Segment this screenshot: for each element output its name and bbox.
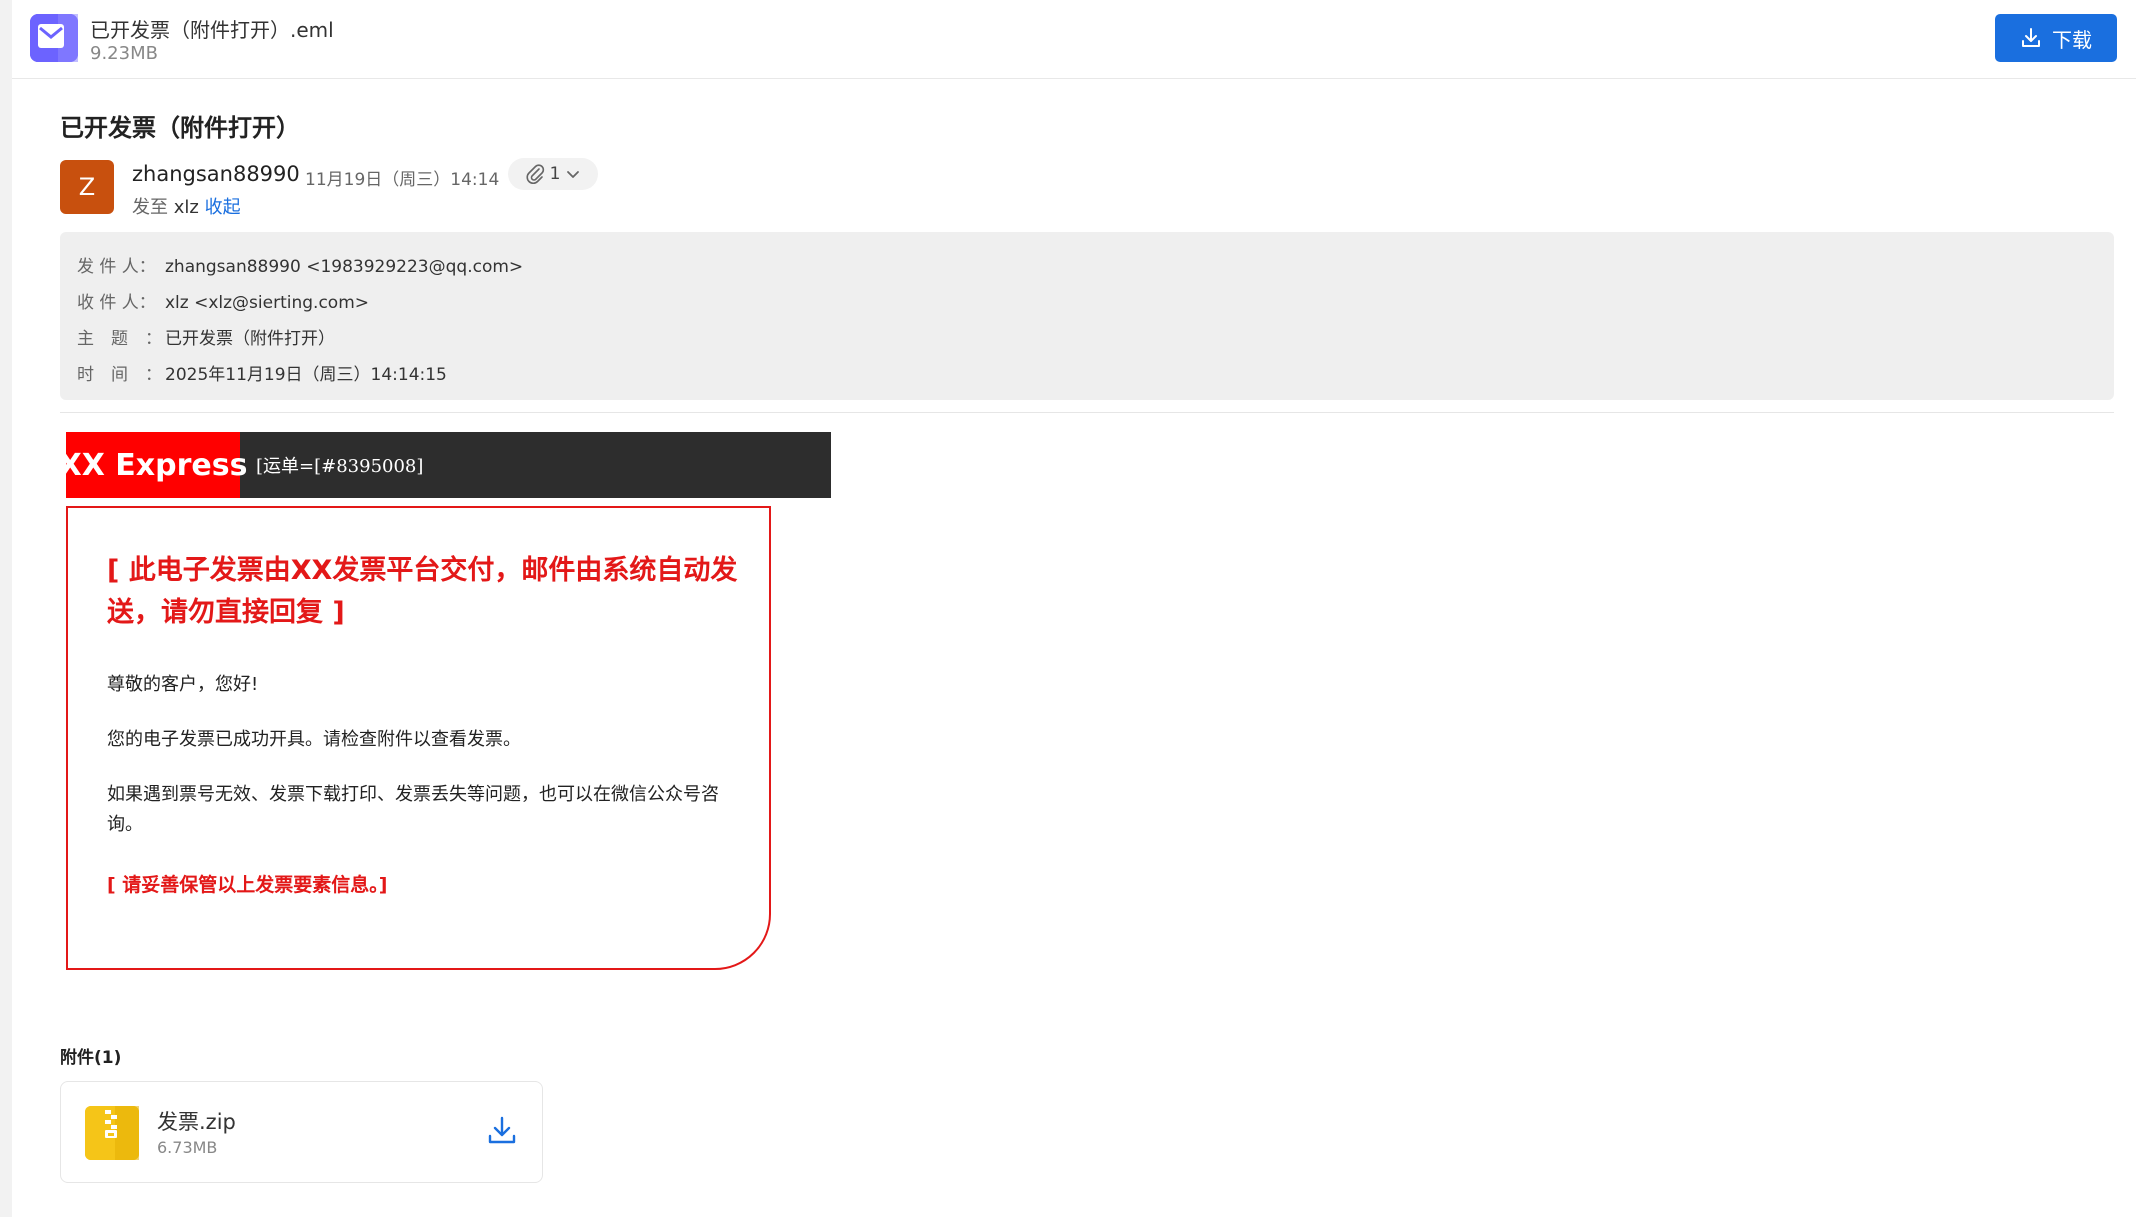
attachment-card[interactable]: 发票.zip 6.73MB <box>60 1081 543 1183</box>
zip-file-icon <box>85 1106 139 1160</box>
avatar: Z <box>60 160 114 214</box>
left-panel-strip <box>0 0 12 1217</box>
meta-row-from: 发 件 人： zhangsan88990 <1983929223@qq.com> <box>77 252 523 277</box>
attachment-count-pill[interactable]: 1 <box>508 158 598 190</box>
attachment-size: 6.73MB <box>157 1138 218 1157</box>
attachments-heading: 附件(1) <box>60 1048 122 1068</box>
divider <box>60 412 2114 413</box>
express-banner: XX Express [运单=[#8395008] <box>59 432 831 498</box>
brand-logo: XX Express <box>59 432 247 498</box>
attachment-count: 1 <box>549 164 561 184</box>
meta-label: 主 题 ： <box>77 329 162 349</box>
file-name: 已开发票（附件打开）.eml <box>90 18 334 42</box>
notice-title: [ 此电子发票由XX发票平台交付，邮件由系统自动发送，请勿直接回复 ] <box>107 555 738 628</box>
body-line-1: 您的电子发票已成功开具。请检查附件以查看发票。 <box>107 729 521 750</box>
meta-label: 收 件 人： <box>77 293 156 313</box>
download-icon <box>2022 28 2040 47</box>
attachment-name[interactable]: 发票.zip <box>157 1106 236 1136</box>
meta-row-subject: 主 题 ：已开发票（附件打开） <box>77 324 335 349</box>
body-line-2: 如果遇到票号无效、发票下载打印、发票丢失等问题，也可以在微信公众号咨询。 <box>107 784 719 835</box>
to-prefix: 发至 <box>132 197 168 218</box>
collapse-link[interactable]: 收起 <box>205 197 241 218</box>
email-subject: 已开发票（附件打开） <box>60 114 300 142</box>
invoice-notice-box: [ 此电子发票由XX发票平台交付，邮件由系统自动发送，请勿直接回复 ] 尊敬的客… <box>66 506 771 970</box>
paperclip-icon <box>526 164 544 184</box>
meta-value: 2025年11月19日（周三）14:14:15 <box>165 365 447 385</box>
meta-value: xlz <xlz@sierting.com> <box>165 293 369 313</box>
email-meta-details: 发 件 人： zhangsan88990 <1983929223@qq.com> … <box>60 232 2114 400</box>
footer-notice: [ 请妥善保管以上发票要素信息。] <box>107 874 388 896</box>
meta-value: zhangsan88990 <1983929223@qq.com> <box>165 257 524 277</box>
download-icon <box>488 1116 516 1144</box>
file-size: 9.23MB <box>90 43 158 64</box>
tracking-number: [运单=[#8395008] <box>256 456 424 477</box>
greeting-text: 尊敬的客户，您好! <box>107 674 259 695</box>
recipient-line: 发至 xlz 收起 <box>132 193 241 219</box>
meta-label: 发 件 人： <box>77 257 156 277</box>
to-name: xlz <box>173 197 199 218</box>
download-button-label: 下载 <box>2052 27 2092 52</box>
sender-name[interactable]: zhangsan88990 <box>132 162 300 186</box>
meta-value: 已开发票（附件打开） <box>165 329 335 349</box>
attachment-download-button[interactable] <box>485 1114 519 1148</box>
sent-time: 11月19日（周三）14:14 <box>305 170 500 190</box>
mail-icon <box>30 14 78 62</box>
meta-label: 时 间 ： <box>77 365 162 385</box>
chevron-down-icon <box>567 171 580 178</box>
download-button[interactable]: 下载 <box>1995 14 2117 62</box>
meta-row-time: 时 间 ： 2025年11月19日（周三）14:14:15 <box>77 360 447 385</box>
file-header-bar: 已开发票（附件打开）.eml 9.23MB 下载 <box>12 0 2136 79</box>
meta-row-to: 收 件 人： xlz <xlz@sierting.com> <box>77 288 369 313</box>
